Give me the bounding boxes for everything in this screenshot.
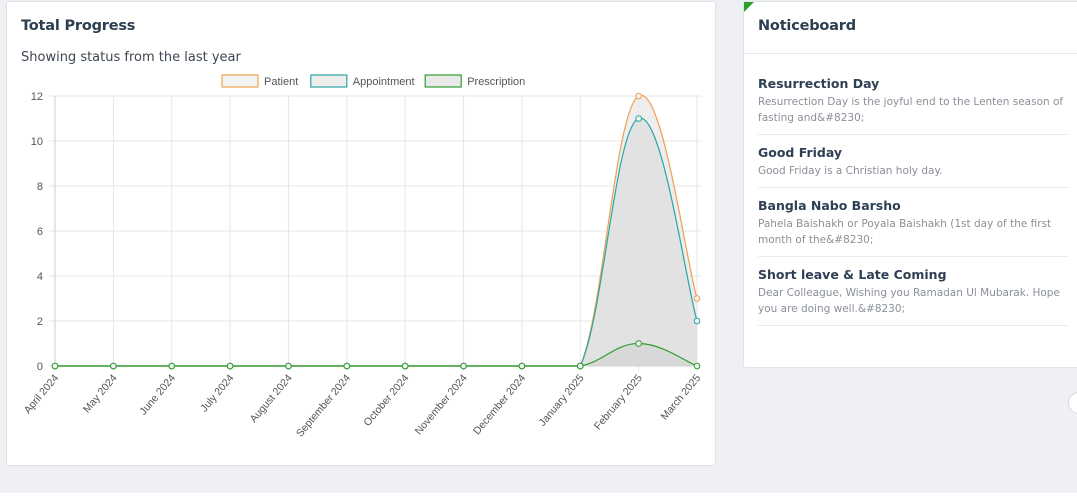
noticeboard-card: Noticeboard Resurrection Day Resurrectio…	[743, 1, 1077, 368]
data-point-patient	[693, 295, 701, 302]
legend-label-appointment: Appointment	[353, 76, 415, 88]
x-tick-label: May 2024	[81, 372, 120, 415]
x-tick-label: March 2025	[658, 372, 703, 422]
notice-item-text: Good Friday is a Christian holy day.	[758, 165, 943, 177]
data-point-appointment	[693, 317, 701, 325]
notice-item-title[interactable]: Short leave & Late Coming	[758, 267, 1068, 282]
notice-item-title[interactable]: Bangla Nabo Barsho	[758, 198, 1068, 213]
x-tick-label: November 2024	[413, 372, 470, 437]
legend-swatch-appointment	[310, 74, 348, 88]
series-area-appointment	[55, 118, 697, 366]
data-point-prescription	[110, 362, 117, 370]
chart-legend: Patient Appointment Prescription	[221, 74, 525, 88]
x-tick-label: July 2024	[198, 372, 236, 414]
scroll-handle[interactable]	[1068, 392, 1077, 414]
data-point-prescription	[693, 362, 701, 370]
x-tick-label: January 2025	[536, 372, 586, 429]
y-tick-label: 12	[31, 91, 43, 103]
data-point-prescription	[51, 362, 59, 370]
data-point-prescription	[576, 362, 584, 370]
noticeboard-title: Noticeboard	[758, 18, 856, 34]
y-tick-label: 10	[31, 136, 43, 148]
x-tick-label: August 2024	[248, 372, 295, 425]
data-point-prescription	[285, 362, 292, 370]
notice-item-text: Dear Colleague, Wishing you Ramadan Ul M…	[758, 287, 1060, 315]
x-tick-label: September 2024	[294, 372, 353, 439]
data-point-patient	[635, 92, 642, 100]
data-point-prescription	[168, 362, 176, 370]
notice-list: Resurrection Day Resurrection Day is the…	[758, 66, 1068, 326]
progress-chart: 0 2 4 6 8 10 12 April 2024 May 2024 June 2024 July…	[22, 74, 703, 439]
x-tick-label: October 2024	[361, 372, 411, 429]
legend-label-patient: Patient	[264, 76, 298, 88]
data-point-prescription	[518, 362, 526, 370]
x-tick-label: December 2024	[471, 372, 528, 437]
notice-item-title[interactable]: Good Friday	[758, 145, 1068, 160]
noticeboard-divider	[744, 53, 1077, 54]
notice-item-text: Resurrection Day is the joyful end to th…	[758, 96, 1064, 124]
data-point-prescription	[343, 362, 351, 370]
notice-item[interactable]: Bangla Nabo Barsho Pahela Baishakh or Po…	[758, 188, 1068, 257]
legend-swatch-prescription	[424, 74, 462, 88]
x-tick-label: June 2024	[137, 372, 178, 417]
x-tick-label: April 2024	[22, 372, 62, 416]
data-point-prescription	[401, 362, 409, 370]
y-tick-label: 6	[37, 226, 43, 238]
legend-swatch-patient	[221, 74, 259, 88]
data-point-prescription	[635, 340, 642, 347]
notice-item[interactable]: Resurrection Day Resurrection Day is the…	[758, 66, 1068, 135]
notice-item[interactable]: Short leave & Late Coming Dear Colleague…	[758, 257, 1068, 326]
total-progress-card: Total Progress Showing status from the l…	[6, 1, 716, 466]
y-tick-label: 8	[37, 181, 43, 193]
notice-item-title[interactable]: Resurrection Day	[758, 76, 1068, 91]
legend-label-prescription: Prescription	[467, 76, 525, 88]
notice-item-text: Pahela Baishakh or Poyala Baishakh (1st …	[758, 218, 1052, 246]
y-tick-label: 4	[37, 271, 43, 283]
notice-item[interactable]: Good Friday Good Friday is a Christian h…	[758, 135, 1068, 188]
x-tick-label: February 2025	[592, 372, 645, 432]
corner-accent	[744, 2, 754, 12]
data-point-prescription	[460, 362, 467, 370]
y-tick-label: 0	[37, 361, 43, 373]
data-point-prescription	[226, 362, 234, 370]
data-point-appointment	[635, 115, 642, 122]
y-tick-label: 2	[37, 316, 43, 328]
